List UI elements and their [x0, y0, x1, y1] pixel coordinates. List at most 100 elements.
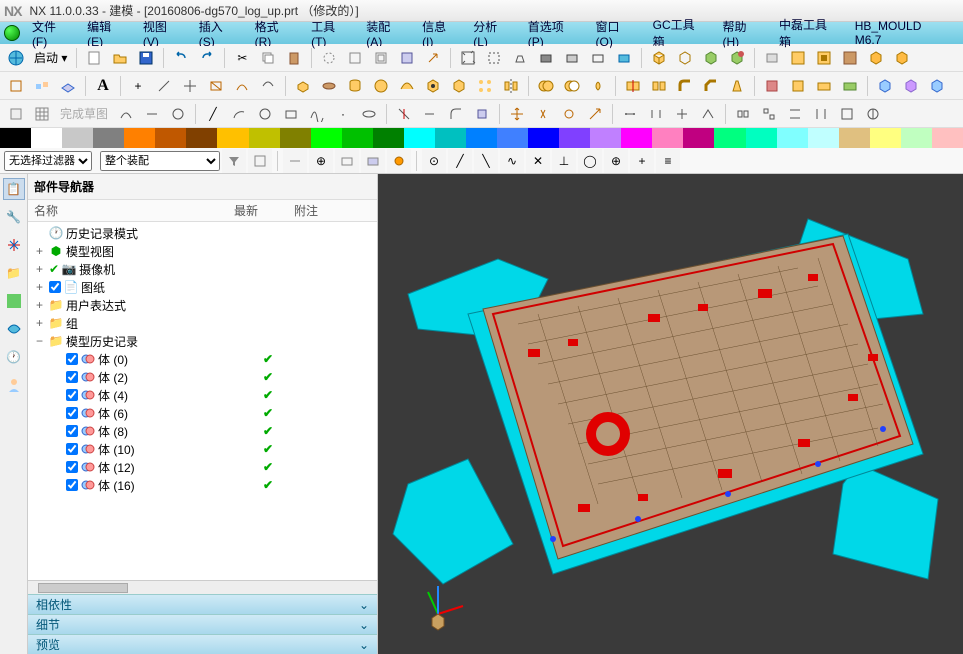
nav-history-icon[interactable]: 🕐	[3, 346, 25, 368]
persp-icon[interactable]	[508, 46, 532, 70]
point-icon[interactable]: +	[126, 74, 150, 98]
tree-body[interactable]: 体 (2)	[98, 369, 128, 386]
snap9-icon[interactable]: +	[630, 149, 654, 173]
section-deps[interactable]: 相依性⌄	[28, 594, 377, 614]
color-swatch[interactable]	[31, 128, 62, 148]
t3-rot[interactable]	[557, 102, 581, 126]
cut-icon[interactable]: ✂	[230, 46, 254, 70]
edit2-icon[interactable]	[899, 74, 923, 98]
tree-body[interactable]: 体 (8)	[98, 423, 128, 440]
tb1-d[interactable]	[395, 46, 419, 70]
color-swatch[interactable]	[435, 128, 466, 148]
section-detail[interactable]: 细节⌄	[28, 614, 377, 634]
t3-m2[interactable]	[644, 102, 668, 126]
draft-icon[interactable]	[725, 74, 749, 98]
snap6-icon[interactable]: ⊥	[552, 149, 576, 173]
t3-line[interactable]: ╱	[201, 102, 225, 126]
tree-model-view[interactable]: 模型视图	[66, 243, 114, 260]
t3-g3[interactable]	[783, 102, 807, 126]
color-swatch[interactable]	[746, 128, 777, 148]
color-swatch[interactable]	[652, 128, 683, 148]
t3-c3[interactable]	[166, 102, 190, 126]
tb1-b[interactable]	[343, 46, 367, 70]
color-swatch[interactable]	[249, 128, 280, 148]
box4-icon[interactable]	[725, 46, 749, 70]
nav-constraint-icon[interactable]	[3, 234, 25, 256]
nav-roles-icon[interactable]	[3, 374, 25, 396]
face1-icon[interactable]	[760, 74, 784, 98]
nav-asm-icon[interactable]: 🔧	[3, 206, 25, 228]
tb1-c[interactable]	[369, 46, 393, 70]
f-btn2[interactable]	[248, 149, 272, 173]
t3-g1[interactable]	[731, 102, 755, 126]
tree-body[interactable]: 体 (0)	[98, 351, 128, 368]
nav-hd3d-icon[interactable]	[3, 290, 25, 312]
color-swatch[interactable]	[404, 128, 435, 148]
scope-filter[interactable]: 整个装配	[100, 151, 220, 171]
render2-icon[interactable]	[560, 46, 584, 70]
mold2-icon[interactable]	[812, 46, 836, 70]
datum-icon[interactable]	[30, 74, 54, 98]
fillet-icon[interactable]	[673, 74, 697, 98]
extrude-icon[interactable]	[291, 74, 315, 98]
render1-icon[interactable]	[534, 46, 558, 70]
text-icon[interactable]: A	[91, 74, 115, 98]
snap3-icon[interactable]: ╲	[474, 149, 498, 173]
mold5-icon[interactable]	[890, 46, 914, 70]
color-swatch[interactable]	[466, 128, 497, 148]
new-icon[interactable]	[82, 46, 106, 70]
tree-body[interactable]: 体 (12)	[98, 459, 135, 476]
sweep-icon[interactable]	[395, 74, 419, 98]
face4-icon[interactable]	[838, 74, 862, 98]
col-note[interactable]: 附注	[294, 202, 334, 219]
mold4-icon[interactable]	[864, 46, 888, 70]
mold3-icon[interactable]	[838, 46, 862, 70]
snap2-icon[interactable]: ╱	[448, 149, 472, 173]
tree-history[interactable]: 模型历史记录	[66, 333, 138, 350]
tree-user-expr[interactable]: 用户表达式	[66, 297, 126, 314]
snap5-icon[interactable]: ✕	[526, 149, 550, 173]
tree-camera[interactable]: 摄像机	[79, 261, 115, 278]
t3-pt[interactable]: ·	[331, 102, 355, 126]
intersect-icon[interactable]	[586, 74, 610, 98]
color-swatch[interactable]	[124, 128, 155, 148]
3d-viewport[interactable]	[378, 174, 963, 654]
redo-icon[interactable]	[195, 46, 219, 70]
f-btn4[interactable]: ⊕	[309, 149, 333, 173]
paste-icon[interactable]	[282, 46, 306, 70]
tree-body[interactable]: 体 (10)	[98, 441, 135, 458]
t3-pan[interactable]	[531, 102, 555, 126]
t3-mesh[interactable]	[30, 102, 54, 126]
hole-icon[interactable]	[421, 74, 445, 98]
t3-g4[interactable]	[809, 102, 833, 126]
tree-body[interactable]: 体 (16)	[98, 477, 135, 494]
f-btn3[interactable]	[283, 149, 307, 173]
color-swatch[interactable]	[497, 128, 528, 148]
pattern-icon[interactable]	[473, 74, 497, 98]
save-icon[interactable]	[134, 46, 158, 70]
shell-icon[interactable]	[447, 74, 471, 98]
t3-g2[interactable]	[757, 102, 781, 126]
t3-fillet[interactable]	[444, 102, 468, 126]
color-swatch[interactable]	[93, 128, 124, 148]
f-btn1[interactable]	[222, 149, 246, 173]
section-preview[interactable]: 预览⌄	[28, 634, 377, 654]
curve1-icon[interactable]	[230, 74, 254, 98]
t3-trim[interactable]	[392, 102, 416, 126]
col-latest[interactable]: 最新	[234, 202, 294, 219]
start-dropdown[interactable]: 启动 ▾	[30, 49, 71, 66]
color-swatch[interactable]	[311, 128, 342, 148]
t3-arc[interactable]	[227, 102, 251, 126]
edit3-icon[interactable]	[925, 74, 949, 98]
cylinder-icon[interactable]	[343, 74, 367, 98]
sketch-icon[interactable]	[4, 74, 28, 98]
color-swatch[interactable]	[217, 128, 248, 148]
color-swatch[interactable]	[155, 128, 186, 148]
color-swatch[interactable]	[0, 128, 31, 148]
h-scrollbar[interactable]	[28, 580, 377, 594]
tree-group[interactable]: 组	[66, 315, 78, 332]
t3-scale[interactable]	[583, 102, 607, 126]
t3-circle[interactable]	[253, 102, 277, 126]
tree-body[interactable]: 体 (4)	[98, 387, 128, 404]
edit1-icon[interactable]	[873, 74, 897, 98]
